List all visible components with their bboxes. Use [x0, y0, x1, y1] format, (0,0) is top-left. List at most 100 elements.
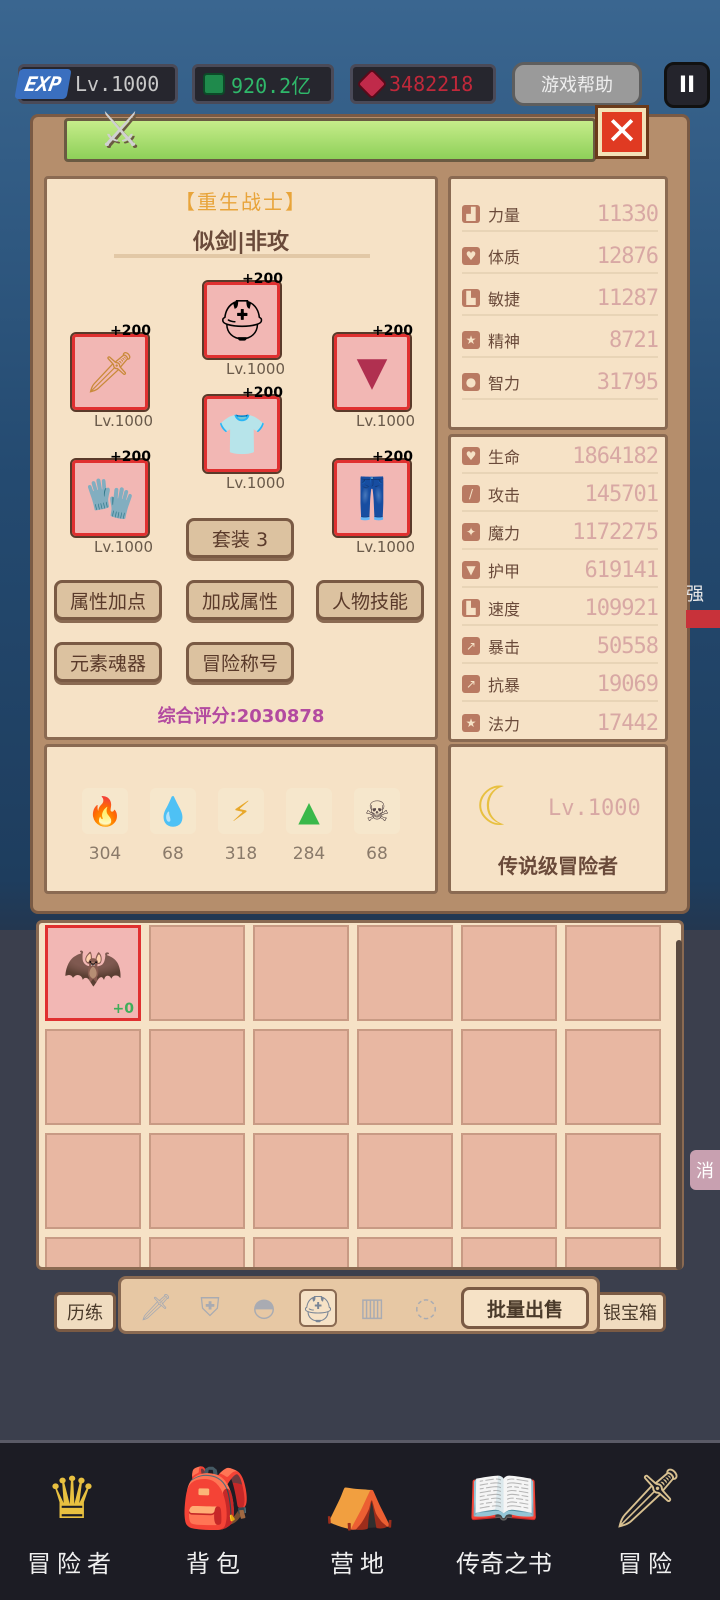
backpack-icon: 🎒 — [179, 1464, 253, 1532]
inventory-cell[interactable] — [357, 1133, 453, 1229]
inventory-scrollbar[interactable] — [676, 940, 682, 1270]
item-level: Lv.1000 — [94, 538, 154, 556]
ruby-currency: 3482218 — [350, 64, 496, 104]
inventory-cell[interactable] — [45, 1029, 141, 1125]
stat-mana: ★ 法力 17442 — [462, 706, 659, 740]
inventory-cell[interactable] — [45, 1133, 141, 1229]
rank-title: 传说级冒险者 — [498, 854, 618, 878]
inventory-cell[interactable] — [45, 1237, 141, 1267]
item-level: Lv.1000 — [356, 538, 416, 556]
set-bonus-button[interactable]: 套装 3 — [186, 518, 294, 558]
inventory-item[interactable]: 🦇 +0 — [45, 925, 141, 1021]
nav-legend-book[interactable]: 📖 传奇之书 — [432, 1450, 576, 1600]
inventory-cell[interactable] — [253, 1133, 349, 1229]
attribute-points-button[interactable]: 属性加点 — [54, 580, 162, 620]
equip-slot-helmet[interactable]: ⛑ +200 — [202, 271, 283, 360]
inventory-cell[interactable] — [253, 925, 349, 1021]
item-level: Lv.1000 — [226, 360, 286, 378]
equip-slot-armor[interactable]: 👕 +200 — [202, 385, 283, 474]
equip-slot-amulet[interactable]: ▼ +200 — [332, 323, 413, 412]
stat-magic: ✦ 魔力 1172275 — [462, 516, 659, 550]
side-health-bar — [686, 610, 720, 628]
equip-slot-pants[interactable]: 👖 +200 — [332, 449, 413, 538]
category-tabs: 🗡 ⛨ ◓ ⛑ ▥ ◌ 批量出售 — [118, 1276, 600, 1334]
inventory-cell[interactable] — [565, 1029, 661, 1125]
inventory-cell[interactable] — [253, 1029, 349, 1125]
heart-icon: ♥ — [462, 247, 480, 265]
stat-label: 敏捷 — [488, 290, 521, 309]
character-class-title: 【重生战士】 — [175, 190, 307, 214]
close-button[interactable]: ✕ — [595, 105, 649, 159]
bulk-sell-button[interactable]: 批量出售 — [461, 1287, 589, 1329]
inventory-cell[interactable] — [149, 1029, 245, 1125]
stat-value: 19069 — [596, 671, 659, 697]
side-label: 强 — [686, 584, 704, 605]
stat-intelligence: ● 智力 31795 — [462, 366, 659, 400]
nav-label: 冒险者 — [27, 1550, 117, 1578]
game-help-button[interactable]: 游戏帮助 — [512, 62, 642, 106]
inventory-cell[interactable] — [149, 925, 245, 1021]
ring-tab-icon[interactable]: ◌ — [407, 1289, 445, 1327]
exp-level-display: EXP Lv.1000 — [14, 64, 178, 104]
adventure-title-button[interactable]: 冒险称号 — [186, 642, 294, 682]
crossed-swords-icon: ⚔ — [98, 102, 142, 158]
rank-level: Lv.1000 — [548, 796, 641, 821]
equip-slot-weapon[interactable]: 🗡 +200 — [70, 323, 151, 412]
bonus-attributes-button[interactable]: 加成属性 — [186, 580, 294, 620]
sword-icon: 🗡 — [611, 1464, 685, 1532]
pants-tab-icon[interactable]: ▥ — [353, 1289, 391, 1327]
inventory-cell[interactable] — [461, 1133, 557, 1229]
nav-adventure[interactable]: 🗡 冒险 — [576, 1450, 720, 1600]
legend-emblem-icon: ☾ — [474, 775, 524, 838]
stat-label: 暴击 — [488, 638, 521, 657]
item-level: Lv.1000 — [94, 412, 154, 430]
brain-icon: ● — [462, 373, 480, 391]
inventory-cell[interactable] — [565, 1133, 661, 1229]
fire-value: 304 — [88, 844, 122, 864]
boot-icon: ▙ — [462, 599, 480, 617]
inventory-cell[interactable] — [149, 1133, 245, 1229]
enhance-level: +200 — [242, 385, 283, 401]
stat-speed: ▙ 速度 109921 — [462, 592, 659, 626]
character-skills-button[interactable]: 人物技能 — [316, 580, 424, 620]
inventory-cell[interactable] — [565, 1237, 661, 1267]
stat-agility: ▙ 敏捷 11287 — [462, 282, 659, 316]
stat-label: 生命 — [488, 448, 521, 467]
nav-adventurer[interactable]: ♛ 冒险者 — [0, 1450, 144, 1600]
inventory-cell[interactable] — [461, 925, 557, 1021]
emerald-icon — [203, 73, 225, 95]
training-tab[interactable]: 历练 — [54, 1292, 116, 1332]
equip-slot-gloves[interactable]: 🧤 +200 — [70, 449, 151, 538]
helmet-tab-icon[interactable]: ◓ — [245, 1289, 283, 1327]
stat-value: 31795 — [596, 369, 659, 395]
stat-label: 法力 — [488, 715, 521, 734]
inventory-cell[interactable] — [357, 1029, 453, 1125]
inventory-grid: 🦇 +0 — [45, 925, 661, 1267]
element-soul-button[interactable]: 元素魂器 — [54, 642, 162, 682]
stat-label: 攻击 — [488, 486, 521, 505]
pause-button[interactable]: II — [664, 62, 710, 108]
divider — [114, 254, 370, 258]
inventory-cell[interactable] — [357, 1237, 453, 1267]
weapon-tab-icon[interactable]: 🗡 — [137, 1289, 175, 1327]
inventory-cell[interactable] — [461, 1237, 557, 1267]
nav-backpack[interactable]: 🎒 背包 — [144, 1450, 288, 1600]
inventory-cell[interactable] — [461, 1029, 557, 1125]
silver-chest-tab[interactable]: 银宝箱 — [594, 1292, 666, 1332]
side-cancel-button[interactable]: 消 — [690, 1150, 720, 1190]
character-name: 似剑|非攻 — [192, 230, 290, 255]
amulet-icon: ▼ — [356, 349, 388, 395]
inventory-cell[interactable] — [357, 925, 453, 1021]
star-icon: ★ — [462, 331, 480, 349]
inventory-cell[interactable] — [149, 1237, 245, 1267]
shield-tab-icon[interactable]: ⛨ — [191, 1289, 229, 1327]
stat-value: 12876 — [596, 243, 659, 269]
stat-label: 力量 — [488, 206, 521, 225]
nav-camp[interactable]: ⛺ 营地 — [288, 1450, 432, 1600]
inventory-cell[interactable] — [565, 925, 661, 1021]
inventory-cell[interactable] — [253, 1237, 349, 1267]
armor-tab-icon[interactable]: ⛑ — [299, 1289, 337, 1327]
stat-label: 体质 — [488, 248, 521, 267]
stat-label: 速度 — [488, 600, 521, 619]
nav-label: 冒险 — [618, 1550, 678, 1578]
